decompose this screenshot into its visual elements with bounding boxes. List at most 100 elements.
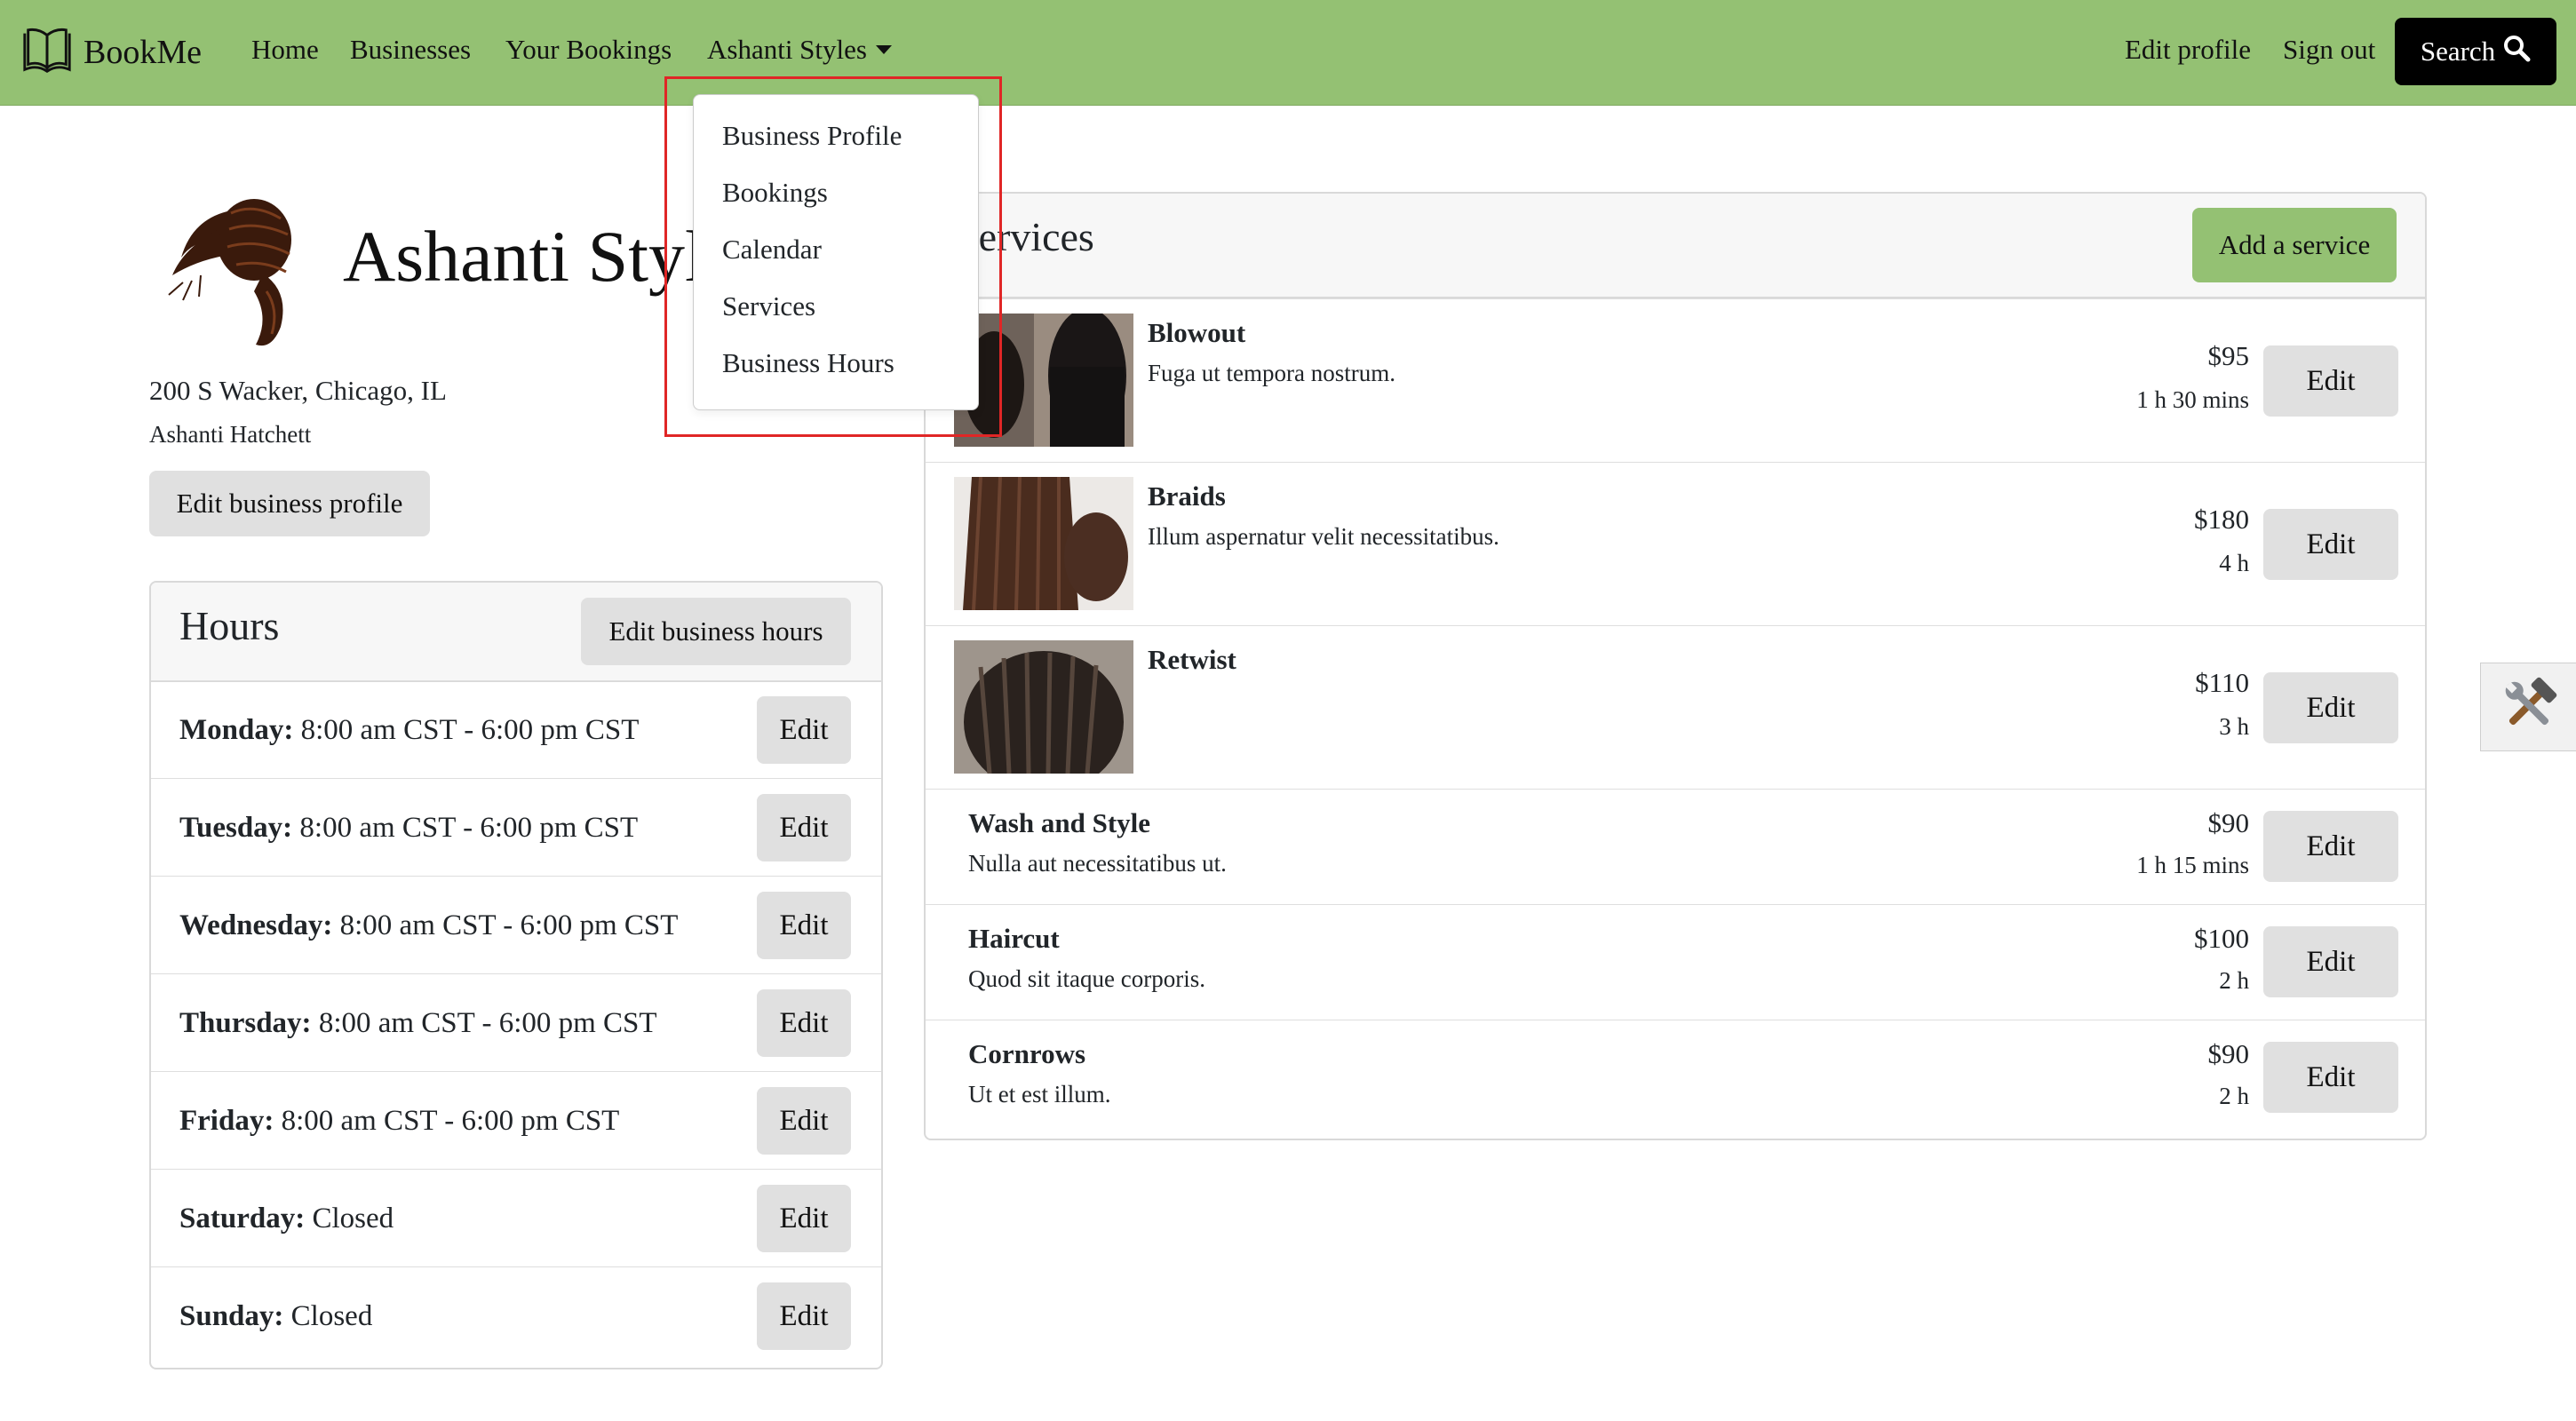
service-row-cornrows: Cornrows Ut et est illum. $90 2 h Edit: [926, 1020, 2425, 1139]
business-logo-image: [156, 176, 313, 352]
open-book-icon: [20, 23, 75, 83]
service-description: Quod sit itaque corporis.: [968, 965, 1205, 992]
services-card: Services Add a service Blowout Fuga ut t…: [924, 192, 2427, 1140]
edit-service-wash-and-style-button[interactable]: Edit: [2263, 811, 2398, 882]
service-price: $100: [2194, 923, 2249, 954]
edit-service-retwist-button[interactable]: Edit: [2263, 672, 2398, 743]
service-image-retwist: [954, 640, 1133, 774]
brand-link[interactable]: BookMe: [20, 25, 202, 80]
hours-time: 8:00 am CST - 6:00 pm CST: [339, 909, 679, 941]
service-price: $110: [2195, 667, 2249, 698]
edit-hours-friday-button[interactable]: Edit: [757, 1087, 851, 1155]
edit-hours-tuesday-button[interactable]: Edit: [757, 794, 851, 861]
hours-row-saturday: Saturday: Closed Edit: [151, 1169, 881, 1267]
service-image-blowout: [954, 314, 1133, 447]
service-row-wash-and-style: Wash and Style Nulla aut necessitatibus …: [926, 789, 2425, 905]
hours-row-text: Sunday: Closed: [179, 1267, 372, 1365]
hours-day-label: Saturday:: [179, 1203, 306, 1234]
hours-row-wednesday: Wednesday: 8:00 am CST - 6:00 pm CST Edi…: [151, 876, 881, 974]
hours-row-tuesday: Tuesday: 8:00 am CST - 6:00 pm CST Edit: [151, 778, 881, 877]
hours-row-text: Thursday: 8:00 am CST - 6:00 pm CST: [179, 974, 657, 1072]
hours-time: 8:00 am CST - 6:00 pm CST: [281, 1105, 620, 1137]
hours-row-thursday: Thursday: 8:00 am CST - 6:00 pm CST Edit: [151, 973, 881, 1072]
hours-row-text: Monday: 8:00 am CST - 6:00 pm CST: [179, 681, 639, 779]
hours-time: Closed: [290, 1300, 373, 1332]
hours-card-header: Hours Edit business hours: [151, 583, 881, 682]
nav-businesses[interactable]: Businesses: [350, 34, 471, 66]
nav-sign-out[interactable]: Sign out: [2283, 34, 2375, 66]
hours-title: Hours: [179, 603, 280, 648]
search-button[interactable]: Search: [2395, 18, 2556, 85]
service-description: Ut et est illum.: [968, 1081, 1111, 1107]
service-description: Fuga ut tempora nostrum.: [1148, 360, 1395, 386]
service-row-retwist: Retwist $110 3 h Edit: [926, 625, 2425, 790]
edit-service-braids-button[interactable]: Edit: [2263, 509, 2398, 580]
hours-day-label: Friday:: [179, 1105, 274, 1137]
service-duration: 4 h: [2219, 550, 2249, 576]
navbar: BookMe Home Businesses Your Bookings Ash…: [0, 0, 2576, 106]
nav-home[interactable]: Home: [251, 34, 319, 66]
dropdown-item-calendar[interactable]: Calendar: [722, 234, 822, 266]
service-price: $90: [2207, 807, 2250, 838]
dropdown-item-business-hours[interactable]: Business Hours: [722, 347, 894, 379]
hours-day-label: Wednesday:: [179, 909, 333, 941]
edit-service-haircut-button[interactable]: Edit: [2263, 926, 2398, 997]
edit-hours-sunday-button[interactable]: Edit: [757, 1282, 851, 1350]
service-duration: 1 h 15 mins: [2136, 852, 2249, 878]
service-duration: 3 h: [2219, 713, 2249, 740]
business-dropdown-menu: Business Profile Bookings Calendar Servi…: [693, 94, 979, 410]
nav-your-bookings[interactable]: Your Bookings: [505, 34, 672, 66]
hours-day-label: Sunday:: [179, 1300, 284, 1332]
service-name: Blowout: [1148, 317, 1246, 348]
edit-hours-saturday-button[interactable]: Edit: [757, 1185, 851, 1252]
edit-business-hours-button[interactable]: Edit business hours: [581, 598, 851, 665]
edit-business-profile-button[interactable]: Edit business profile: [149, 471, 430, 536]
dev-tools-toggle[interactable]: [2480, 663, 2576, 751]
service-description: Nulla aut necessitatibus ut.: [968, 850, 1227, 877]
edit-hours-monday-button[interactable]: Edit: [757, 696, 851, 764]
hours-row-text: Saturday: Closed: [179, 1170, 394, 1267]
edit-hours-thursday-button[interactable]: Edit: [757, 989, 851, 1057]
service-price: $90: [2207, 1038, 2250, 1069]
hours-row-text: Friday: 8:00 am CST - 6:00 pm CST: [179, 1072, 619, 1170]
service-price: $180: [2194, 504, 2249, 535]
hours-time: 8:00 am CST - 6:00 pm CST: [300, 714, 640, 746]
dropdown-item-bookings[interactable]: Bookings: [722, 177, 828, 209]
business-owner: Ashanti Hatchett: [149, 421, 312, 448]
service-name: Retwist: [1148, 644, 1236, 675]
hours-row-sunday: Sunday: Closed Edit: [151, 1266, 881, 1365]
edit-service-cornrows-button[interactable]: Edit: [2263, 1042, 2398, 1113]
hours-time: Closed: [312, 1203, 394, 1234]
hours-row-text: Tuesday: 8:00 am CST - 6:00 pm CST: [179, 779, 638, 877]
hours-card: Hours Edit business hours Monday: 8:00 a…: [149, 581, 883, 1369]
dropdown-item-services[interactable]: Services: [722, 290, 815, 322]
magnifier-icon: [2502, 34, 2531, 69]
hours-time: 8:00 am CST - 6:00 pm CST: [299, 812, 639, 844]
service-row-blowout: Blowout Fuga ut tempora nostrum. $95 1 h…: [926, 298, 2425, 463]
business-address: 200 S Wacker, Chicago, IL: [149, 375, 447, 406]
brand-name: BookMe: [83, 34, 202, 71]
add-service-button[interactable]: Add a service: [2192, 208, 2397, 282]
hammer-wrench-icon: [2498, 674, 2560, 741]
hours-day-label: Tuesday:: [179, 812, 293, 844]
dropdown-item-business-profile[interactable]: Business Profile: [722, 120, 902, 152]
edit-service-blowout-button[interactable]: Edit: [2263, 345, 2398, 417]
hours-day-label: Monday:: [179, 714, 294, 746]
hours-row-monday: Monday: 8:00 am CST - 6:00 pm CST Edit: [151, 680, 881, 779]
hours-row-text: Wednesday: 8:00 am CST - 6:00 pm CST: [179, 877, 678, 974]
search-button-label: Search: [2420, 36, 2496, 67]
nav-business-dropdown-toggle[interactable]: Ashanti Styles: [707, 34, 892, 66]
nav-business-label: Ashanti Styles: [707, 34, 867, 65]
service-row-haircut: Haircut Quod sit itaque corporis. $100 2…: [926, 904, 2425, 1020]
service-description: Illum aspernatur velit necessitatibus.: [1148, 523, 1499, 550]
service-name: Wash and Style: [968, 807, 1151, 838]
hours-row-friday: Friday: 8:00 am CST - 6:00 pm CST Edit: [151, 1071, 881, 1170]
service-name: Haircut: [968, 923, 1060, 954]
service-name: Braids: [1148, 480, 1226, 512]
caret-down-icon: [875, 44, 892, 54]
services-card-header: Services Add a service: [926, 194, 2425, 298]
service-duration: 2 h: [2219, 1083, 2249, 1109]
edit-hours-wednesday-button[interactable]: Edit: [757, 892, 851, 959]
service-duration: 1 h 30 mins: [2136, 386, 2249, 413]
nav-edit-profile[interactable]: Edit profile: [2125, 34, 2251, 66]
